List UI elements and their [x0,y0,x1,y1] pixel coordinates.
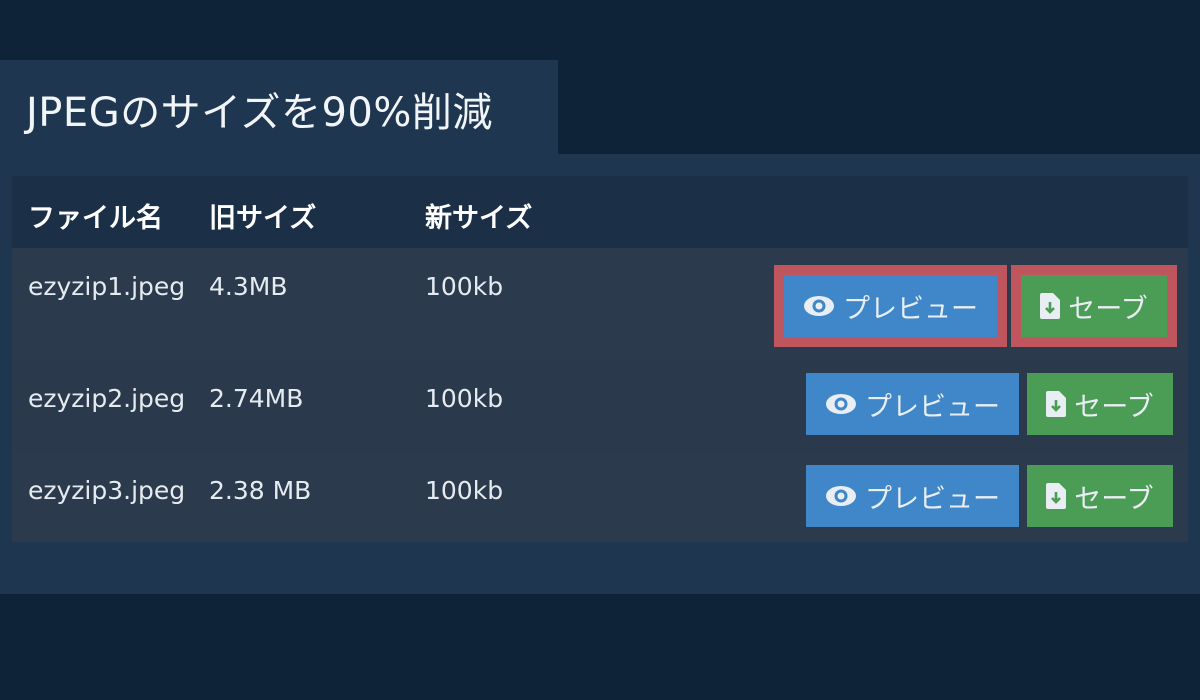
header-old-size: 旧サイズ [209,203,317,234]
save-label: セーブ [1074,391,1154,423]
file-download-icon [1046,483,1067,509]
preview-highlight: プレビュー [774,265,1007,347]
save-highlight: セーブ [1011,265,1177,347]
new-size: 100kb [425,476,504,505]
header-new-size: 新サイズ [425,203,533,234]
title-tab: JPEGのサイズを90%削減 [0,60,558,154]
save-label: セーブ [1074,483,1154,515]
header-file-name: ファイル名 [28,203,163,234]
old-size: 4.3MB [209,272,288,301]
file-name: ezyzip1.jpeg [28,272,186,301]
table-row: ezyzip2.jpeg 2.74MB 100kb プレビュー セーブ [12,360,1188,452]
old-size: 2.38 MB [209,476,312,505]
page-title: JPEGのサイズを90%削減 [26,90,493,136]
old-size: 2.74MB [209,384,304,413]
save-label: セーブ [1068,293,1148,325]
file-name: ezyzip2.jpeg [28,384,186,413]
table-header: ファイル名 旧サイズ 新サイズ [12,176,1188,248]
table-row: ezyzip3.jpeg 2.38 MB 100kb プレビュー セーブ [12,452,1188,542]
file-table: ファイル名 旧サイズ 新サイズ ezyzip1.jpeg 4.3MB 100kb… [12,176,1188,542]
file-download-icon [1040,293,1061,319]
preview-label: プレビュー [843,293,978,325]
new-size: 100kb [425,272,504,301]
preview-button[interactable]: プレビュー [784,275,997,337]
eye-icon [803,295,835,317]
preview-label: プレビュー [865,483,1000,515]
save-button[interactable]: セーブ [1027,465,1173,527]
table-row: ezyzip1.jpeg 4.3MB 100kb プレビュー セーブ [12,248,1188,360]
preview-button[interactable]: プレビュー [806,465,1019,527]
results-panel: ファイル名 旧サイズ 新サイズ ezyzip1.jpeg 4.3MB 100kb… [0,154,1200,594]
save-button[interactable]: セーブ [1027,373,1173,435]
eye-icon [825,393,857,415]
file-download-icon [1046,391,1067,417]
preview-button[interactable]: プレビュー [806,373,1019,435]
file-name: ezyzip3.jpeg [28,476,186,505]
save-button[interactable]: セーブ [1021,275,1167,337]
preview-label: プレビュー [865,391,1000,423]
eye-icon [825,485,857,507]
new-size: 100kb [425,384,504,413]
